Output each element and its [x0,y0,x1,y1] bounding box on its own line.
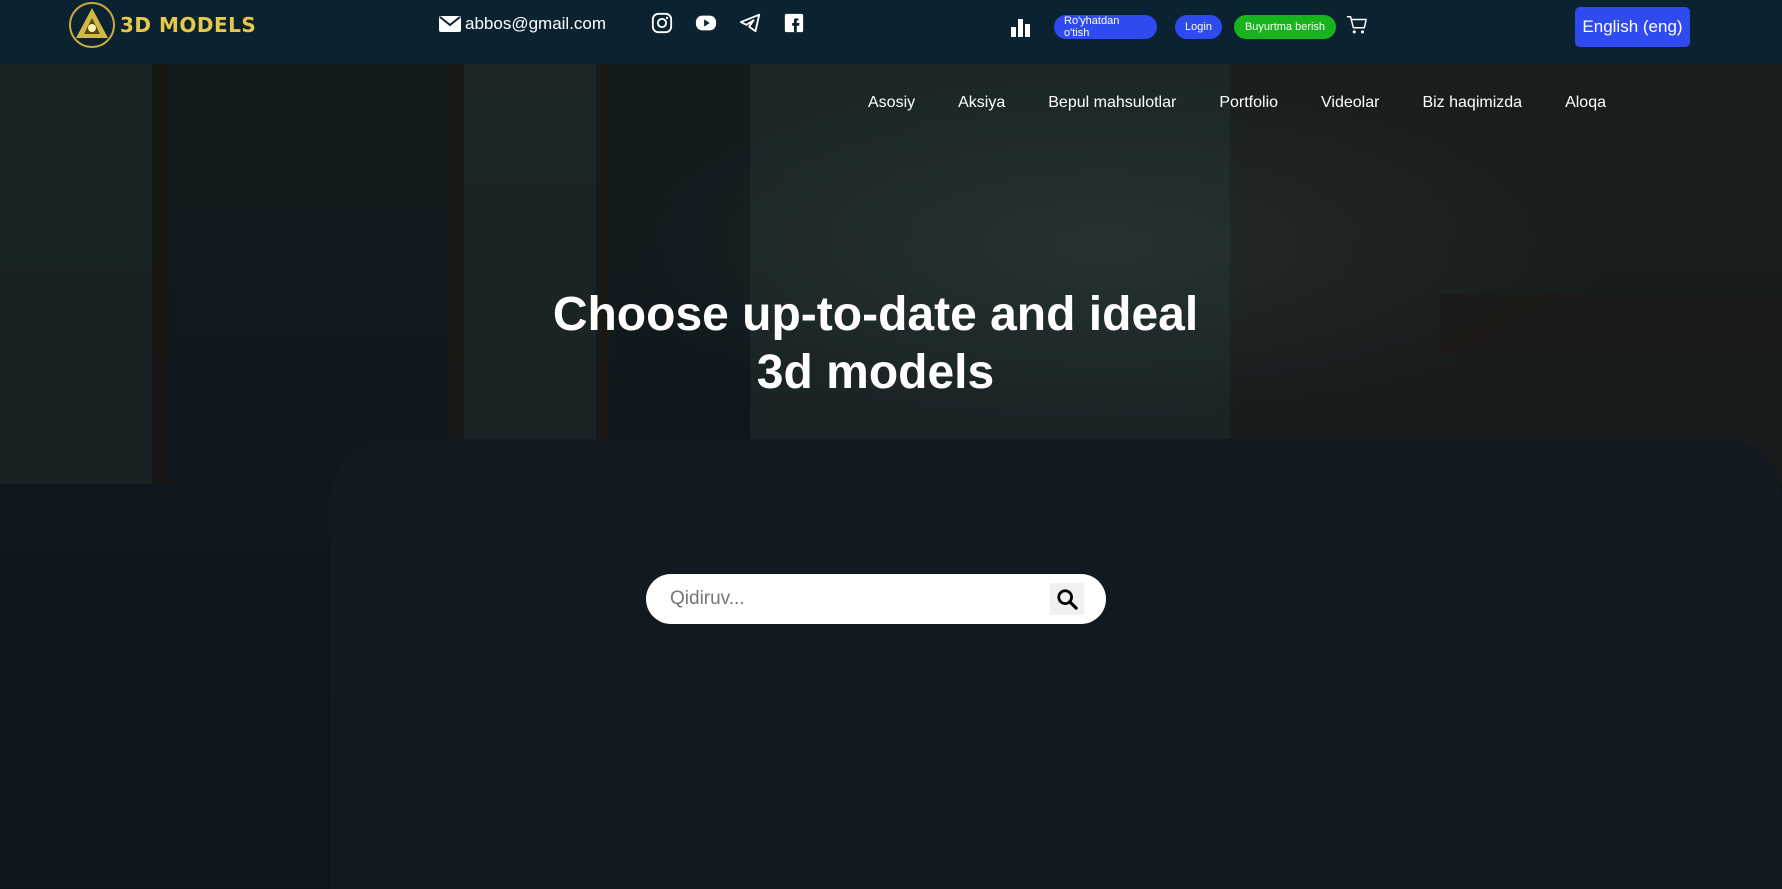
email-text: abbos@gmail.com [465,14,607,33]
nav-item-portfolio[interactable]: Portfolio [1219,94,1278,112]
telegram-icon[interactable] [739,12,761,34]
cart-icon[interactable] [1346,14,1368,36]
email-link[interactable]: abbos@gmail.com [439,14,606,34]
language-button[interactable]: English (eng) [1575,7,1690,47]
main-nav: Asosiy Aksiya Bepul mahsulotlar Portfoli… [868,94,1649,112]
search-icon [1057,589,1078,610]
stats-icon[interactable] [1011,17,1031,37]
nav-item-aksiya[interactable]: Aksiya [958,94,1005,112]
nav-item-bepul-mahsulotlar[interactable]: Bepul mahsulotlar [1048,94,1176,112]
window-center [750,64,1230,464]
headline-line-1: Choose up-to-date and ideal [552,288,1199,341]
nav-item-asosiy[interactable]: Asosiy [868,94,915,112]
sofa [330,439,1782,889]
nav-item-videolar[interactable]: Videolar [1321,94,1379,112]
login-button[interactable]: Login [1175,15,1222,39]
nav-item-aloqa[interactable]: Aloqa [1565,94,1606,112]
wood-wall [1230,64,1782,484]
search-bar [646,574,1106,624]
search-button[interactable] [1050,583,1084,615]
social-links [651,12,805,34]
window-left [0,64,170,484]
mail-icon [439,16,461,32]
facebook-icon[interactable] [783,12,805,34]
instagram-icon[interactable] [651,12,673,34]
register-button[interactable]: Ro'yhatdan o'tish [1054,15,1157,39]
nav-item-biz-haqimizda[interactable]: Biz haqimizda [1422,94,1522,112]
top-bar: 3D MODELS abbos@gmail.com Ro'yhatdan o't… [0,0,1782,64]
hero-headline: Choose up-to-date and ideal 3d models [0,286,1751,402]
logo[interactable]: 3D MODELS [64,0,256,50]
search-input[interactable] [670,588,1030,610]
logo-icon [69,2,115,48]
hero-section: Asosiy Aksiya Bepul mahsulotlar Portfoli… [0,64,1782,889]
logo-text: 3D MODELS [120,13,257,37]
headline-line-2: 3d models [756,346,995,399]
order-button[interactable]: Buyurtma berish [1234,15,1336,39]
youtube-icon[interactable] [695,12,717,34]
